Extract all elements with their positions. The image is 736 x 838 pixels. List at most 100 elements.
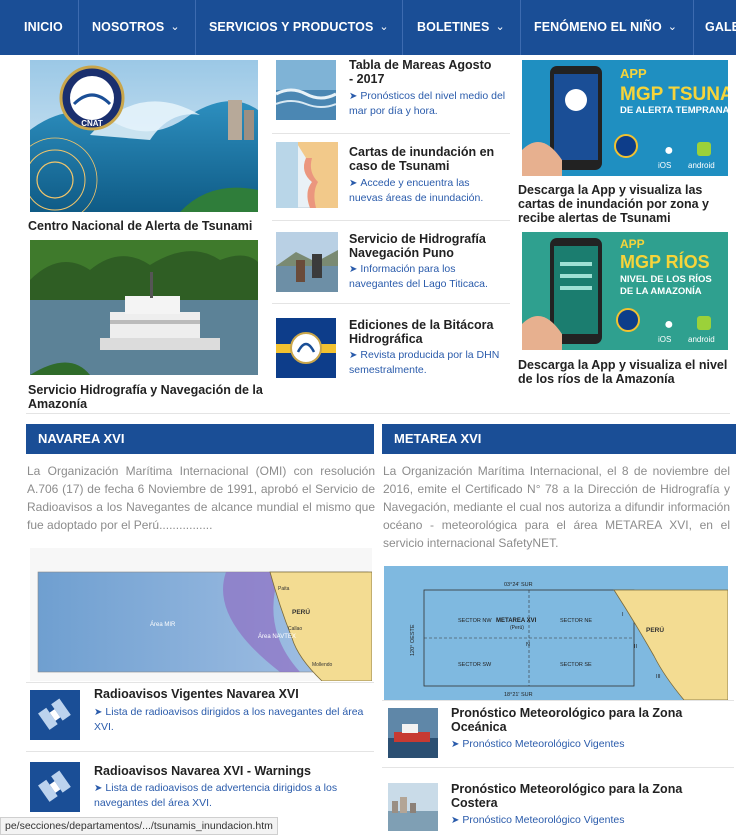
arrow-icon: ➤ [451, 739, 460, 750]
card-description: ➤ Pronóstico Meteorológico Vigentes [451, 738, 625, 750]
heading-underline [382, 452, 736, 454]
map-label-region: II [634, 644, 638, 650]
map-label-sector: SECTOR NE [560, 618, 592, 624]
coastal-forecast-thumbnail[interactable] [388, 783, 438, 831]
metarea-heading: METAREA XVI [382, 424, 736, 454]
tsunami-center-caption[interactable]: Centro Nacional de Alerta de Tsunami [28, 219, 268, 233]
divider [272, 303, 510, 304]
app-subtitle: NIVEL DE LOS RÍOS [620, 274, 712, 285]
android-icon [697, 316, 711, 330]
map-label-mollendo: Mollendo [312, 662, 333, 668]
main-navigation: INICIO NOSOTROS ⌄ SERVICIOS Y PRODUCTOS ⌄ … [0, 0, 736, 55]
app-name: MGP TSUNAMI [620, 84, 728, 105]
android-label: android [688, 161, 715, 170]
chevron-down-icon: ⌄ [495, 21, 505, 33]
nav-divider [402, 0, 403, 55]
app-rios-banner[interactable]: APP MGP RÍOS NIVEL DE LOS RÍOS DE LA AMA… [522, 232, 728, 350]
divider [26, 751, 374, 752]
divider [272, 220, 510, 221]
map-label-n: N [526, 642, 530, 648]
cnat-logo-text: CNAT [81, 119, 103, 128]
nav-divider [520, 0, 521, 55]
nav-item-fenomeno-nino[interactable]: FENÓMENO EL NIÑO ⌄ [534, 0, 677, 55]
map-label-paita: Paita [278, 586, 290, 592]
card-description: ➤ Lista de radioavisos de advertencia dir… [94, 782, 338, 809]
map-label-callao: Callao [288, 626, 302, 632]
app-label: APP [620, 66, 647, 81]
map-label-navtex: Área NAVTEX [258, 633, 296, 640]
nav-item-boletines[interactable]: BOLETINES ⌄ [417, 0, 505, 55]
card-title[interactable]: Servicio de Hidrografía Navegación Puno [349, 232, 504, 260]
app-label: APP [620, 237, 645, 251]
ios-label: iOS [658, 161, 671, 170]
flood-charts-thumbnail[interactable] [276, 142, 338, 208]
app-rios-caption[interactable]: Descarga la App y visualiza el nivel de … [518, 358, 733, 386]
divider [382, 700, 734, 701]
nav-divider [195, 0, 196, 55]
map-label-sub: (Perú) [510, 625, 524, 631]
radioavisos-vigentes-title[interactable]: Radioavisos Vigentes Navarea XVI [94, 687, 364, 701]
apple-icon: ● [664, 142, 674, 159]
oceanic-forecast-title[interactable]: Pronóstico Meteorológico para la Zona Oc… [451, 706, 711, 734]
tide-table-thumbnail[interactable] [276, 60, 336, 120]
map-label-area: Área MIR [150, 621, 176, 628]
card-description: ➤ Pronósticos del nivel medio del mar por… [349, 90, 506, 117]
android-label: android [688, 335, 715, 344]
status-bar-url: pe/secciones/departamentos/.../tsunamis_… [0, 817, 278, 835]
chevron-down-icon: ⌄ [170, 21, 180, 33]
map-label-left: 120° OESTE [410, 624, 416, 656]
puno-navigation-thumbnail[interactable] [276, 232, 338, 292]
metarea-description: La Organización Marítima Internacional, … [383, 464, 730, 550]
arrow-icon: ➤ [349, 350, 358, 361]
app-tsunami-banner[interactable]: APP MGP TSUNAMI DE ALERTA TEMPRANA ● iOS… [522, 60, 728, 176]
arrow-icon: ➤ [451, 815, 460, 826]
heading-underline [26, 452, 374, 454]
bitacora-thumbnail[interactable] [276, 318, 336, 378]
amazonia-boat-image[interactable] [30, 240, 258, 375]
navarea-description: La Organización Marítima Internacional (… [27, 464, 375, 532]
divider [382, 767, 734, 768]
navarea-heading: NAVAREA XVI [26, 424, 374, 454]
arrow-icon: ➤ [94, 707, 103, 718]
arrow-icon: ➤ [349, 91, 358, 102]
section-divider [26, 413, 730, 414]
apple-icon: ● [664, 316, 674, 333]
oceanic-forecast-thumbnail[interactable] [388, 708, 438, 758]
map-label-sector: SECTOR SE [560, 662, 592, 668]
coastal-forecast-title[interactable]: Pronóstico Meteorológico para la Zona Co… [451, 782, 711, 810]
nav-item-inicio[interactable]: INICIO [24, 0, 63, 55]
satellite-icon[interactable] [30, 690, 80, 740]
map-label-sector: SECTOR NW [458, 618, 492, 624]
card-title[interactable]: Ediciones de la Bitácora Hidrográfica [349, 318, 509, 346]
card-description: ➤ Accede y encuentra las nuevas áreas de … [349, 177, 484, 204]
chevron-down-icon: ⌄ [379, 21, 389, 33]
map-label-bottom: 18°21' SUR [504, 692, 533, 698]
card-title[interactable]: Tabla de Mareas Agosto - 2017 [349, 58, 499, 86]
app-subtitle: DE LA AMAZONÍA [620, 286, 702, 297]
arrow-icon: ➤ [349, 178, 358, 189]
nav-item-nosotros[interactable]: NOSOTROS ⌄ [92, 0, 180, 55]
arrow-icon: ➤ [94, 783, 103, 794]
metarea-map[interactable]: 03°24' SUR 18°21' SUR 120° OESTE METAREA… [384, 566, 728, 700]
nav-item-galeria[interactable]: GALE [705, 0, 736, 55]
app-name: MGP RÍOS [620, 251, 710, 272]
tsunami-center-image[interactable]: CNAT [30, 60, 258, 212]
app-subtitle: DE ALERTA TEMPRANA [620, 105, 728, 116]
card-description: ➤ Revista producida por la DHN semestralm… [349, 349, 500, 376]
amazonia-caption[interactable]: Servicio Hidrografía y Navegación de la … [28, 383, 268, 411]
radioavisos-warnings-title[interactable]: Radioavisos Navarea XVI - Warnings [94, 764, 364, 778]
chevron-down-icon: ⌄ [667, 21, 678, 33]
arrow-icon: ➤ [349, 264, 358, 275]
map-label-country: PERÚ [292, 607, 310, 616]
card-description: ➤ Lista de radioavisos dirigidos a los na… [94, 706, 364, 733]
divider [272, 133, 510, 134]
navarea-map[interactable]: PERÚ Área MIR Área NAVTEX Paita Callao M… [30, 548, 372, 681]
map-label-sector: SECTOR SW [458, 662, 492, 668]
app-tsunami-caption[interactable]: Descarga la App y visualiza las cartas d… [518, 183, 733, 225]
satellite-icon[interactable] [30, 762, 80, 812]
nav-item-servicios[interactable]: SERVICIOS Y PRODUCTOS ⌄ [209, 0, 389, 55]
ios-label: iOS [658, 335, 671, 344]
map-label-country: PERÚ [646, 625, 664, 634]
map-label-title: METAREA XVI [496, 618, 537, 624]
card-title[interactable]: Cartas de inundación en caso de Tsunami [349, 145, 504, 173]
